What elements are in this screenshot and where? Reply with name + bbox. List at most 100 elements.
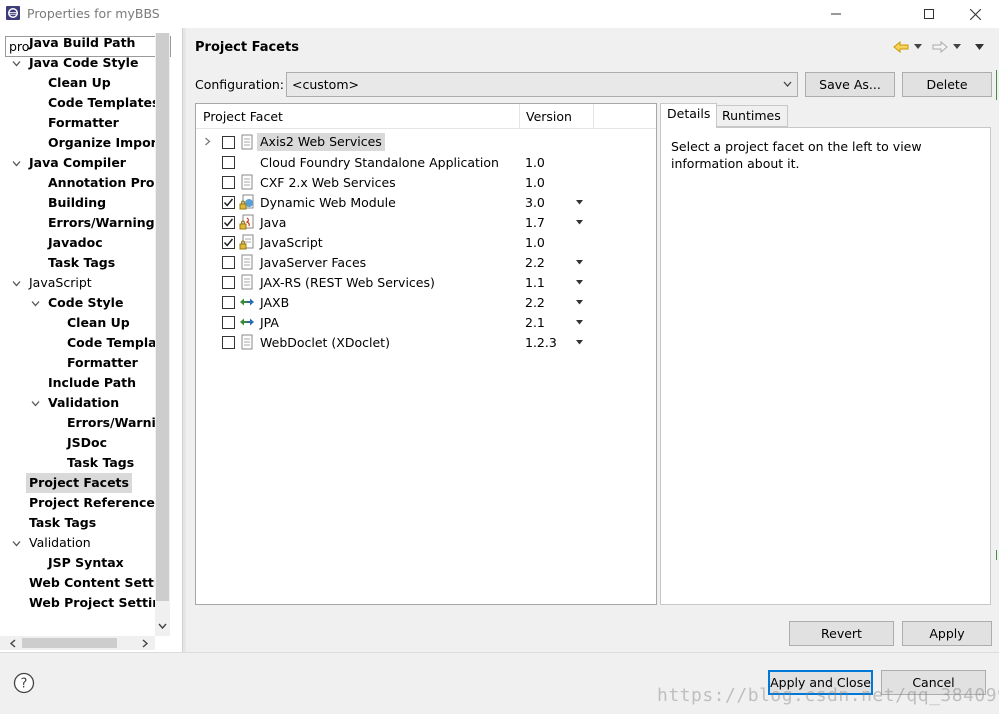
tree-item[interactable]: Annotation Processing (0, 173, 155, 193)
version-dropdown-icon[interactable] (576, 300, 583, 305)
expand-chevron-down-icon[interactable] (12, 59, 21, 68)
tree-item[interactable]: Formatter (0, 113, 155, 133)
help-icon[interactable]: ? (13, 672, 35, 694)
tree-item[interactable]: Web Content Settings (0, 573, 155, 593)
version-dropdown-icon[interactable] (576, 280, 583, 285)
tree-item[interactable]: Clean Up (0, 73, 155, 93)
delete-button[interactable]: Delete (902, 72, 992, 97)
minimize-button[interactable] (813, 0, 859, 28)
facet-row[interactable]: JPA 2.1 (196, 312, 656, 332)
facet-checkbox[interactable] (222, 136, 235, 149)
tree-item[interactable]: Project References (0, 493, 155, 513)
tree-item[interactable]: Code Templates (0, 333, 155, 353)
back-arrow-icon[interactable] (893, 41, 909, 53)
tree-item[interactable]: Project Facets (0, 473, 155, 493)
facet-checkbox[interactable] (222, 316, 235, 329)
facet-version[interactable]: 2.2 (525, 255, 545, 270)
tree-item[interactable]: Formatter (0, 353, 155, 373)
scroll-down-icon[interactable] (158, 623, 167, 630)
back-menu-chevron-down-icon[interactable] (914, 44, 922, 50)
facet-version[interactable]: 1.7 (525, 215, 545, 230)
column-project-facet[interactable]: Project Facet (203, 109, 283, 124)
facet-version[interactable]: 2.2 (525, 295, 545, 310)
tab-runtimes[interactable]: Runtimes (715, 105, 788, 127)
tree-item[interactable]: Organize Imports (0, 133, 155, 153)
tree-item[interactable]: Code Style (0, 293, 155, 313)
tree-item[interactable]: Include Path (0, 373, 155, 393)
tree-item[interactable]: JavaScript (0, 273, 155, 293)
column-divider[interactable] (593, 104, 594, 129)
tree-item[interactable]: Task Tags (0, 453, 155, 473)
version-dropdown-icon[interactable] (576, 200, 583, 205)
maximize-button[interactable] (906, 0, 952, 28)
tree-item[interactable]: Task Tags (0, 253, 155, 273)
tree-item[interactable]: JSDoc (0, 433, 155, 453)
tree-item[interactable]: Errors/Warnings (0, 413, 155, 433)
tree-item[interactable]: Web Project Settings (0, 593, 155, 613)
page-icon (241, 254, 253, 270)
tree-item[interactable]: Javadoc (0, 233, 155, 253)
tree-item[interactable]: Validation (0, 393, 155, 413)
facet-checkbox[interactable] (222, 236, 235, 249)
tree-item[interactable]: Java Build Path (0, 33, 155, 53)
facet-row[interactable]: WebDoclet (XDoclet) 1.2.3 (196, 332, 656, 352)
tab-details[interactable]: Details (660, 103, 718, 128)
configuration-select[interactable]: <custom> (286, 72, 798, 97)
tree-item[interactable]: Errors/Warnings (0, 213, 155, 233)
tree-item[interactable]: Java Compiler (0, 153, 155, 173)
facet-version[interactable]: 2.1 (525, 315, 545, 330)
facet-checkbox[interactable] (222, 196, 235, 209)
version-dropdown-icon[interactable] (576, 260, 583, 265)
facet-version[interactable]: 3.0 (525, 195, 545, 210)
facet-row[interactable]: CXF 2.x Web Services 1.0 (196, 172, 656, 192)
expand-chevron-down-icon[interactable] (12, 159, 21, 168)
expand-chevron-down-icon[interactable] (12, 279, 21, 288)
view-menu-icon[interactable] (975, 44, 984, 51)
facet-row[interactable]: JAX-RS (REST Web Services) 1.1 (196, 272, 656, 292)
facet-row[interactable]: Cloud Foundry Standalone Application 1.0 (196, 152, 656, 172)
tree-item[interactable]: Java Code Style (0, 53, 155, 73)
version-dropdown-icon[interactable] (576, 320, 583, 325)
facet-row[interactable]: Axis2 Web Services (196, 132, 656, 152)
version-dropdown-icon[interactable] (576, 220, 583, 225)
facet-row[interactable]: Java 1.7 (196, 212, 656, 232)
facet-version[interactable]: 1.1 (525, 275, 545, 290)
facet-checkbox[interactable] (222, 296, 235, 309)
tree-item[interactable]: Validation (0, 533, 155, 553)
save-as-button[interactable]: Save As... (805, 72, 895, 97)
facet-checkbox[interactable] (222, 276, 235, 289)
apply-button[interactable]: Apply (902, 621, 992, 646)
expand-chevron-down-icon[interactable] (31, 399, 40, 408)
facet-checkbox[interactable] (222, 256, 235, 269)
scroll-left-icon[interactable] (9, 639, 16, 648)
scroll-right-icon[interactable] (142, 639, 149, 648)
tree-horizontal-scrollbar[interactable] (0, 636, 155, 650)
revert-button[interactable]: Revert (789, 621, 894, 646)
facet-row[interactable]: JAXB 2.2 (196, 292, 656, 312)
expand-chevron-down-icon[interactable] (31, 299, 40, 308)
facet-checkbox[interactable] (222, 216, 235, 229)
facet-version[interactable]: 1.2.3 (525, 335, 557, 350)
expand-chevron-right-icon[interactable] (203, 137, 212, 146)
facet-checkbox[interactable] (222, 336, 235, 349)
tree-scroll-thumb[interactable] (156, 33, 169, 601)
facet-checkbox[interactable] (222, 176, 235, 189)
facet-row[interactable]: JavaScript 1.0 (196, 232, 656, 252)
tree-vertical-scrollbar[interactable] (155, 33, 170, 636)
column-version[interactable]: Version (526, 109, 572, 124)
expand-chevron-down-icon[interactable] (12, 539, 21, 548)
tree-item[interactable]: Code Templates (0, 93, 155, 113)
forward-menu-chevron-down-icon[interactable] (953, 44, 961, 50)
close-button[interactable] (952, 0, 998, 28)
facet-checkbox[interactable] (222, 156, 235, 169)
facet-row[interactable]: Dynamic Web Module 3.0 (196, 192, 656, 212)
tree-item[interactable]: Clean Up (0, 313, 155, 333)
facet-row[interactable]: JavaServer Faces 2.2 (196, 252, 656, 272)
tree-item[interactable]: Task Tags (0, 513, 155, 533)
version-dropdown-icon[interactable] (576, 340, 583, 345)
tree-item[interactable]: JSP Syntax (0, 553, 155, 573)
column-divider[interactable] (519, 104, 520, 129)
tree-hscroll-thumb[interactable] (22, 638, 117, 648)
tree-item[interactable]: Building (0, 193, 155, 213)
forward-arrow-icon[interactable] (932, 41, 948, 53)
